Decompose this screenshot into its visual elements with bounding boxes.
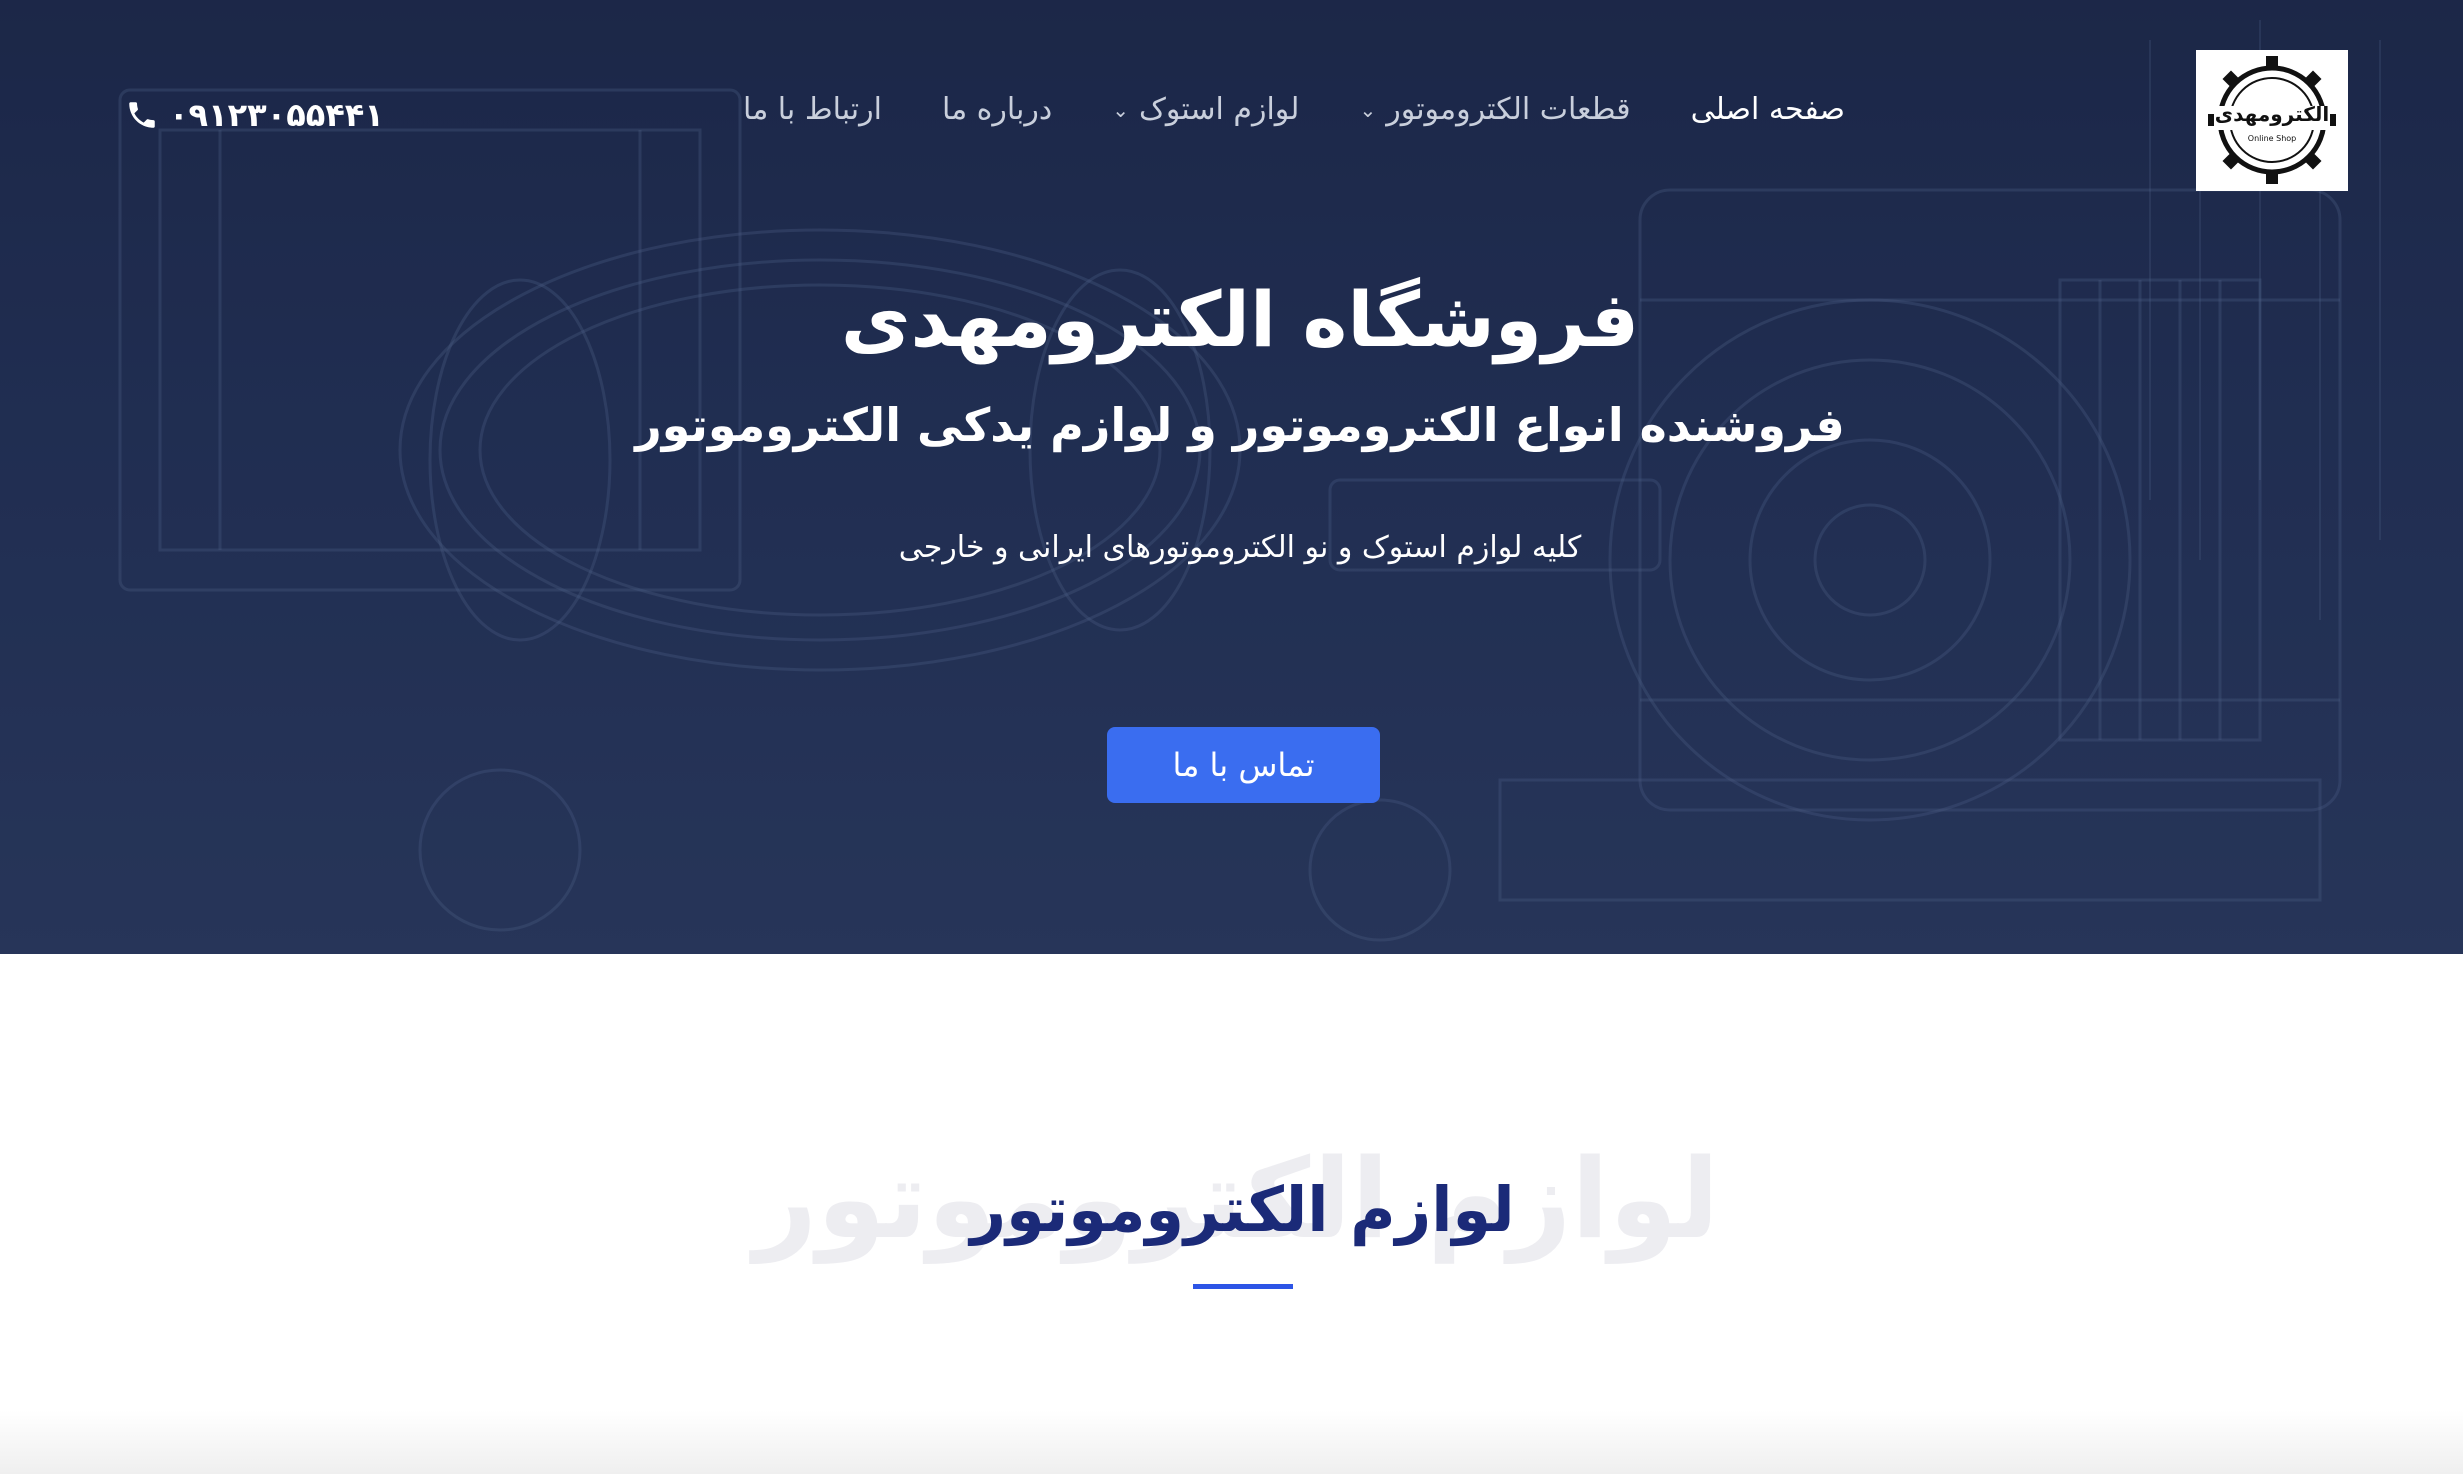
chevron-down-icon: ⌄ xyxy=(1112,97,1129,122)
phone-number: ۰۹۱۲۳۰۵۵۴۴۱ xyxy=(169,96,384,134)
phone-icon xyxy=(129,102,155,128)
section-title: لوازم الکتروموتور xyxy=(970,1173,1515,1246)
next-section-edge xyxy=(0,1410,2463,1474)
nav-item-home[interactable]: صفحه اصلی xyxy=(1691,92,1845,127)
nav-item-label: لوازم استوک xyxy=(1139,92,1300,127)
main-nav: صفحه اصلی قطعات الکتروموتور ⌄ لوازم استو… xyxy=(743,92,1845,127)
nav-item-contact[interactable]: ارتباط با ما xyxy=(743,92,882,127)
chevron-down-icon: ⌄ xyxy=(1359,97,1377,122)
logo-text: الکترومهدی xyxy=(2214,102,2330,126)
nav-item-about[interactable]: درباره ما xyxy=(942,92,1052,127)
contact-us-button[interactable]: تماس با ما xyxy=(1107,727,1380,803)
logo-subtext: Online Shop xyxy=(2247,134,2297,143)
hero-title: فروشگاه الکترومهدی xyxy=(840,275,1640,364)
site-logo[interactable]: الکترومهدی Online Shop xyxy=(2196,50,2348,191)
nav-item-label: درباره ما xyxy=(941,92,1053,127)
hero-subtitle: فروشنده انواع الکتروموتور و لوازم یدکی ا… xyxy=(635,398,1845,452)
nav-item-label: ارتباط با ما xyxy=(743,92,882,127)
nav-item-label: قطعات الکتروموتور xyxy=(1386,92,1631,127)
hero-section: الکترومهدی Online Shop صفحه اصلی قطعات ا… xyxy=(0,0,2463,954)
nav-item-motor-parts[interactable]: قطعات الکتروموتور ⌄ xyxy=(1359,92,1630,127)
section-title-underline xyxy=(1193,1284,1293,1289)
header-phone-link[interactable]: ۰۹۱۲۳۰۵۵۴۴۱ xyxy=(125,96,384,134)
nav-item-label: صفحه اصلی xyxy=(1690,92,1845,127)
hero-text-block: فروشگاه الکترومهدی فروشنده انواع الکتروم… xyxy=(0,270,2463,570)
nav-item-stock-parts[interactable]: لوازم استوک ⌄ xyxy=(1112,92,1299,127)
hero-description: کلیه لوازم استوک و نو الکتروموتورهای ایر… xyxy=(898,530,1582,565)
